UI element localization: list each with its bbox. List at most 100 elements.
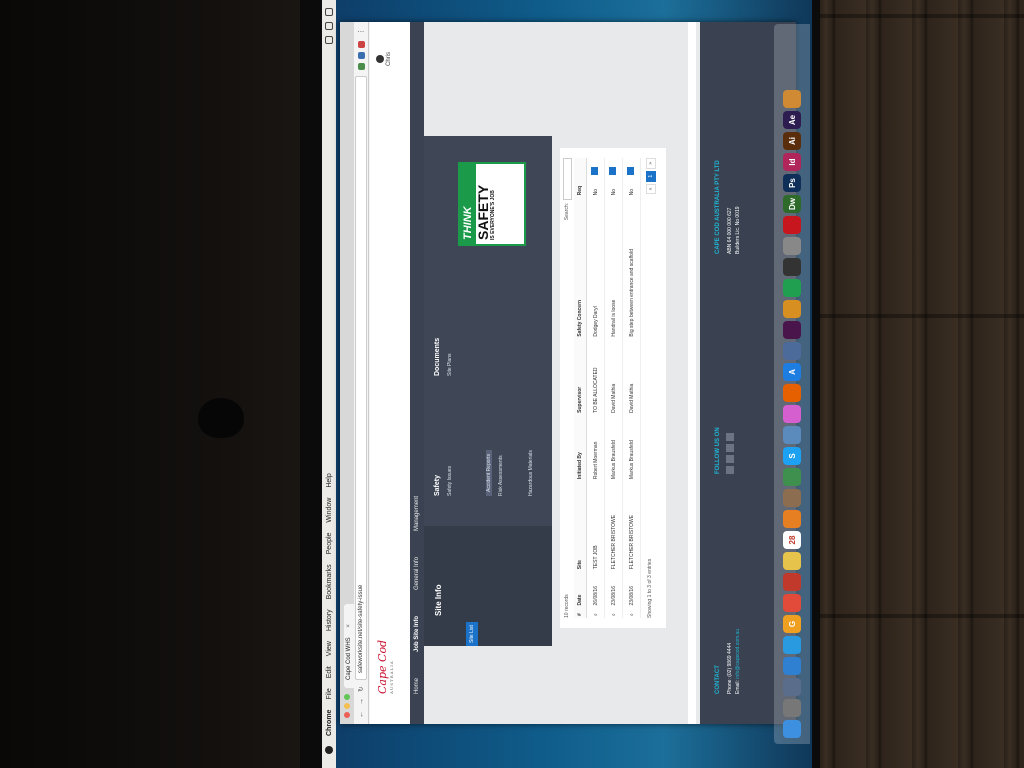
edit-button[interactable] bbox=[591, 166, 598, 175]
dock-trash-icon[interactable] bbox=[783, 90, 801, 108]
col-date[interactable]: Date bbox=[574, 571, 587, 608]
dock-notes-icon[interactable] bbox=[783, 552, 801, 570]
nav-home[interactable]: Home bbox=[414, 678, 420, 694]
dock-g-app-icon[interactable]: G bbox=[783, 615, 801, 633]
email-link[interactable]: info@capecod.com.au bbox=[735, 629, 741, 679]
tab-close-icon[interactable]: × bbox=[346, 624, 352, 628]
menu-bookmarks[interactable]: Bookmarks bbox=[326, 564, 333, 599]
dock-illustrator-icon[interactable]: Ai bbox=[783, 132, 801, 150]
dock-photoshop-icon[interactable]: Ps bbox=[783, 174, 801, 192]
dock-calendar-icon[interactable]: 28 bbox=[783, 531, 801, 549]
menubar-app-name[interactable]: Chrome bbox=[326, 710, 333, 736]
nav-general-info[interactable]: General Info bbox=[414, 557, 420, 590]
dock-sketch-icon[interactable] bbox=[783, 300, 801, 318]
col-number[interactable]: # bbox=[574, 607, 587, 618]
dock-settings-icon[interactable] bbox=[783, 237, 801, 255]
view-icon[interactable]: ⌕ bbox=[604, 607, 623, 618]
extension-icon[interactable] bbox=[357, 52, 365, 59]
col-safety-concern[interactable]: Safety Concern bbox=[574, 197, 587, 339]
clock-icon[interactable] bbox=[325, 8, 333, 16]
edit-icon[interactable] bbox=[586, 158, 605, 177]
search-input[interactable] bbox=[562, 158, 572, 200]
table-row[interactable]: ⌕ 23/08/16 FLETCHER BRISTOWE Markus Brau… bbox=[604, 158, 623, 618]
extension-icon[interactable] bbox=[357, 41, 365, 48]
dock-itunes-icon[interactable] bbox=[783, 405, 801, 423]
dock-steam-icon[interactable] bbox=[783, 258, 801, 276]
dock-maps-icon[interactable] bbox=[783, 468, 801, 486]
edit-icon[interactable] bbox=[604, 158, 623, 177]
dock-sequel-icon[interactable] bbox=[783, 342, 801, 360]
edit-icon[interactable] bbox=[622, 158, 641, 177]
dock-dreamweaver-icon[interactable]: Dw bbox=[783, 195, 801, 213]
dock-chrome-icon[interactable] bbox=[783, 594, 801, 612]
site-list-button[interactable]: Site List bbox=[466, 622, 478, 646]
col-initiated-by[interactable]: Initiated By bbox=[574, 414, 587, 482]
footer-contact: CONTACT Phone: (02) 9869 4444 Email: inf… bbox=[714, 629, 742, 694]
pager-page-1[interactable]: 1 bbox=[646, 170, 656, 182]
edit-button[interactable] bbox=[627, 166, 634, 175]
page-length-select[interactable]: 10 bbox=[564, 612, 570, 618]
zoom-window-icon[interactable] bbox=[344, 694, 350, 700]
apple-menu-icon[interactable] bbox=[325, 746, 333, 754]
nav-job-site-info[interactable]: Job Site Info bbox=[414, 616, 420, 652]
dock-acrobat-icon[interactable] bbox=[783, 216, 801, 234]
facebook-icon[interactable] bbox=[726, 466, 734, 474]
view-icon[interactable]: ⌕ bbox=[622, 607, 641, 618]
horizontal-scrollbar[interactable] bbox=[688, 22, 696, 724]
dock-mail-icon[interactable] bbox=[783, 657, 801, 675]
view-icon[interactable]: ⌕ bbox=[586, 607, 605, 618]
edit-button[interactable] bbox=[609, 166, 616, 175]
menu-hazardous-materials[interactable]: Hazardous Materials bbox=[528, 450, 534, 496]
user-menu[interactable]: Chris bbox=[376, 52, 392, 66]
col-site[interactable]: Site bbox=[574, 481, 587, 572]
table-row[interactable]: ⌕ 26/08/16 TEST JOB Robert Moerman TO BE… bbox=[586, 158, 605, 618]
menu-edit[interactable]: Edit bbox=[326, 666, 333, 678]
menu-help[interactable]: Help bbox=[326, 473, 333, 487]
dock-evernote-icon[interactable] bbox=[783, 279, 801, 297]
col-supervisor[interactable]: Supervisor bbox=[574, 338, 587, 415]
tab-cape-cod-whs[interactable]: Cape Cod WHS × bbox=[344, 604, 354, 688]
reload-icon[interactable]: ↻ bbox=[357, 686, 365, 692]
forward-icon[interactable]: → bbox=[358, 698, 365, 705]
dock-finder-icon[interactable] bbox=[783, 720, 801, 738]
nav-management[interactable]: Management bbox=[414, 496, 420, 531]
menu-file[interactable]: File bbox=[326, 688, 333, 699]
linkedin-icon[interactable] bbox=[726, 444, 734, 452]
google-plus-icon[interactable] bbox=[726, 433, 734, 441]
dock-launchpad-icon[interactable] bbox=[783, 699, 801, 717]
cape-cod-logo[interactable]: Cape Cod AUSTRALIA bbox=[376, 640, 394, 694]
dock-safari-icon[interactable] bbox=[783, 636, 801, 654]
menu-window[interactable]: Window bbox=[326, 498, 333, 523]
dock-skype-icon[interactable]: S bbox=[783, 447, 801, 465]
back-icon[interactable]: ← bbox=[358, 711, 365, 718]
minimize-window-icon[interactable] bbox=[344, 703, 350, 709]
pager-prev[interactable]: « bbox=[646, 183, 656, 195]
dock-firefox-icon[interactable] bbox=[783, 384, 801, 402]
dock-app-store-2-icon[interactable] bbox=[783, 678, 801, 696]
col-req[interactable]: Req bbox=[574, 176, 587, 198]
table-row[interactable]: ⌕ 23/08/16 FLETCHER BRISTOWE Markus Brau… bbox=[622, 158, 641, 618]
wifi-icon[interactable] bbox=[325, 36, 333, 44]
menu-site-plans[interactable]: Site Plans bbox=[447, 338, 453, 376]
dock-app-store-icon[interactable]: A bbox=[783, 363, 801, 381]
dock-contacts-icon[interactable] bbox=[783, 489, 801, 507]
address-bar[interactable]: safeworksite.net/site-safety-issue bbox=[355, 76, 367, 681]
menu-history[interactable]: History bbox=[326, 609, 333, 631]
menu-people[interactable]: People bbox=[326, 533, 333, 555]
close-window-icon[interactable] bbox=[344, 712, 350, 718]
battery-icon[interactable] bbox=[325, 22, 333, 30]
dock-slack-icon[interactable] bbox=[783, 321, 801, 339]
menu-risk-assessments[interactable]: Risk Assessments bbox=[498, 450, 504, 496]
menu-safety-issues[interactable]: Safety Issues bbox=[447, 450, 453, 496]
menu-dots-icon[interactable]: ⋮ bbox=[357, 28, 365, 35]
pager-next[interactable]: » bbox=[646, 158, 656, 169]
extension-icon[interactable] bbox=[357, 63, 365, 70]
dock-preview-icon[interactable] bbox=[783, 426, 801, 444]
dock-after-effects-icon[interactable]: Ae bbox=[783, 111, 801, 129]
dock-indesign-icon[interactable]: Id bbox=[783, 153, 801, 171]
dock-filezilla-icon[interactable] bbox=[783, 573, 801, 591]
dock-photos-icon[interactable] bbox=[783, 510, 801, 528]
twitter-icon[interactable] bbox=[726, 455, 734, 463]
menu-view[interactable]: View bbox=[326, 641, 333, 656]
menu-accident-reports[interactable]: Accident Reports bbox=[486, 449, 492, 496]
